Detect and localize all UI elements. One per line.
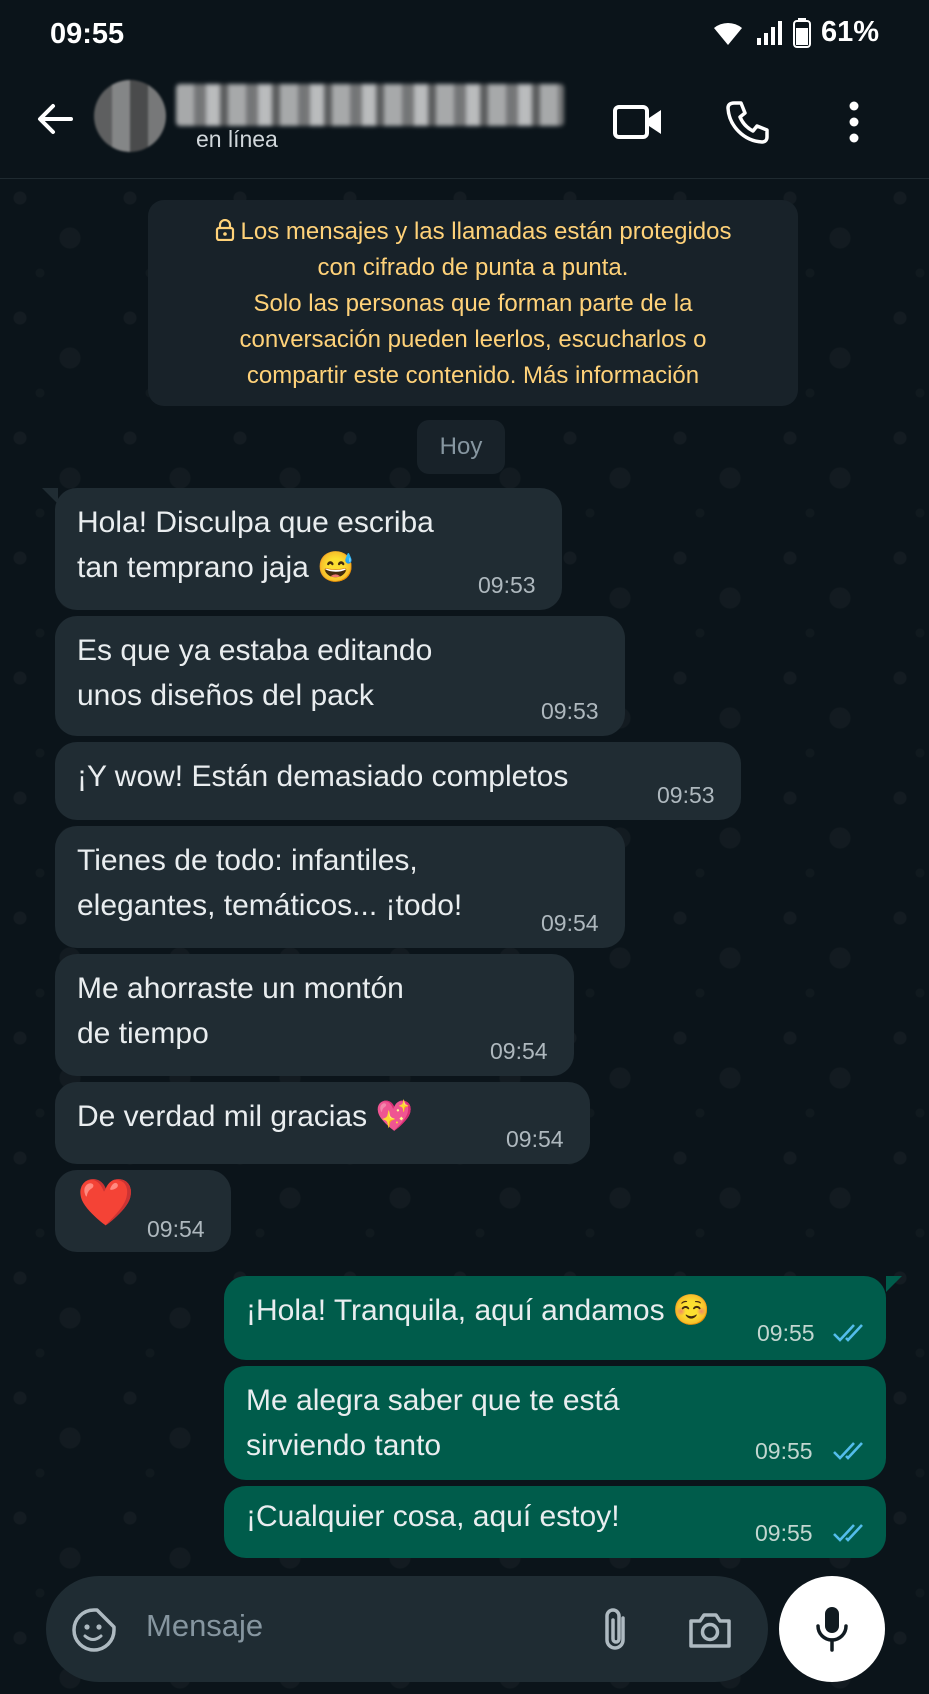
message-text: ¡Cualquier cosa, aquí estoy! [246,1500,620,1533]
contact-name-redacted[interactable] [176,84,564,126]
message-bubble-incoming[interactable]: ¡Y wow! Están demasiado completos 09:53 [55,742,741,820]
voice-call-button[interactable] [718,92,778,152]
message-text: ❤️ [77,1176,135,1228]
double-check-icon [833,1442,863,1460]
sticker-icon [72,1608,116,1652]
message-composer[interactable]: Mensaje [46,1576,768,1682]
message-bubble-incoming[interactable]: ❤️ 09:54 [55,1170,231,1252]
message-text: Me ahorraste un montón de tiempo [77,972,404,1050]
encryption-text-1: Los mensajes y las llamadas están proteg… [240,218,732,245]
message-time: 09:55 [755,1520,813,1546]
voice-record-button[interactable] [779,1576,885,1682]
encryption-line-3: Solo las personas que forman parte de la [253,290,693,317]
back-arrow-icon [38,104,73,134]
sticker-button[interactable] [66,1602,122,1658]
message-bubble-outgoing[interactable]: Me alegra saber que te está sirviendo ta… [224,1366,886,1480]
status-indicators: 61% [711,16,879,49]
avatar[interactable] [94,80,166,152]
phone-icon [726,101,769,144]
message-bubble-incoming[interactable]: Hola! Disculpa que escriba tan temprano … [55,488,562,610]
message-text: Es que ya estaba editando unos diseños d… [77,634,433,712]
message-time: 09:54 [147,1216,205,1242]
camera-icon [689,1613,731,1648]
video-call-button[interactable] [608,92,668,152]
message-time: 09:53 [657,782,715,808]
message-bubble-incoming[interactable]: Me ahorraste un montón de tiempo 09:54 [55,954,574,1076]
mic-icon [816,1607,848,1652]
double-check-icon [833,1524,863,1542]
message-time: 09:54 [506,1126,564,1152]
message-text: ¡Hola! Tranquila, aquí andamos ☺️ [246,1294,711,1327]
message-text: ¡Y wow! Están demasiado completos [77,760,569,793]
message-bubble-incoming[interactable]: De verdad mil gracias 💖 09:54 [55,1082,590,1164]
contact-status: en línea [196,126,278,152]
message-time: 09:53 [478,572,536,598]
message-text: Hola! Disculpa que escriba tan temprano … [77,506,434,584]
encryption-line-5: compartir este contenido. Más informació… [246,362,700,389]
message-text: Me alegra saber que te está sirviendo ta… [246,1384,620,1462]
encryption-line-4: conversación pueden leerlos, escucharlos… [239,326,707,353]
encryption-line-2: con cifrado de punta a punta. [317,254,629,281]
encryption-line-1: Los mensajes y las llamadas están proteg… [164,214,782,250]
message-time: 09:54 [541,910,599,936]
wifi-icon [711,19,745,47]
bubble-tail-outgoing [886,1276,902,1292]
video-call-icon [613,105,661,139]
message-time: 09:54 [490,1038,548,1064]
status-bar: 09:55 61% [0,0,929,70]
encryption-notice[interactable]: Los mensajes y las llamadas están proteg… [148,200,798,406]
battery-percent: 61% [820,16,879,48]
message-bubble-outgoing[interactable]: ¡Hola! Tranquila, aquí andamos ☺️ 09:55 [224,1276,886,1360]
attach-button[interactable] [588,1602,644,1658]
message-time: 09:55 [757,1320,815,1346]
message-text: De verdad mil gracias 💖 [77,1100,413,1133]
signal-icon [755,19,783,47]
message-bubble-incoming[interactable]: Tienes de todo: infantiles, elegantes, t… [55,826,625,948]
attach-icon [605,1608,625,1650]
more-vert-icon [849,101,859,143]
message-bubble-outgoing[interactable]: ¡Cualquier cosa, aquí estoy! 09:55 [224,1486,886,1558]
back-button[interactable] [28,92,82,146]
message-input-placeholder[interactable]: Mensaje [146,1608,263,1644]
message-text: Tienes de todo: infantiles, elegantes, t… [77,844,463,922]
message-time: 09:53 [541,698,599,724]
camera-button[interactable] [682,1602,738,1658]
double-check-icon [833,1324,863,1342]
message-bubble-incoming[interactable]: Es que ya estaba editando unos diseños d… [55,616,625,736]
status-time: 09:55 [50,18,125,50]
message-time: 09:55 [755,1438,813,1464]
more-options-button[interactable] [824,92,884,152]
lock-icon [215,218,234,242]
date-chip: Hoy [417,420,505,474]
battery-icon [792,17,811,48]
chat-header: en línea [0,70,929,179]
